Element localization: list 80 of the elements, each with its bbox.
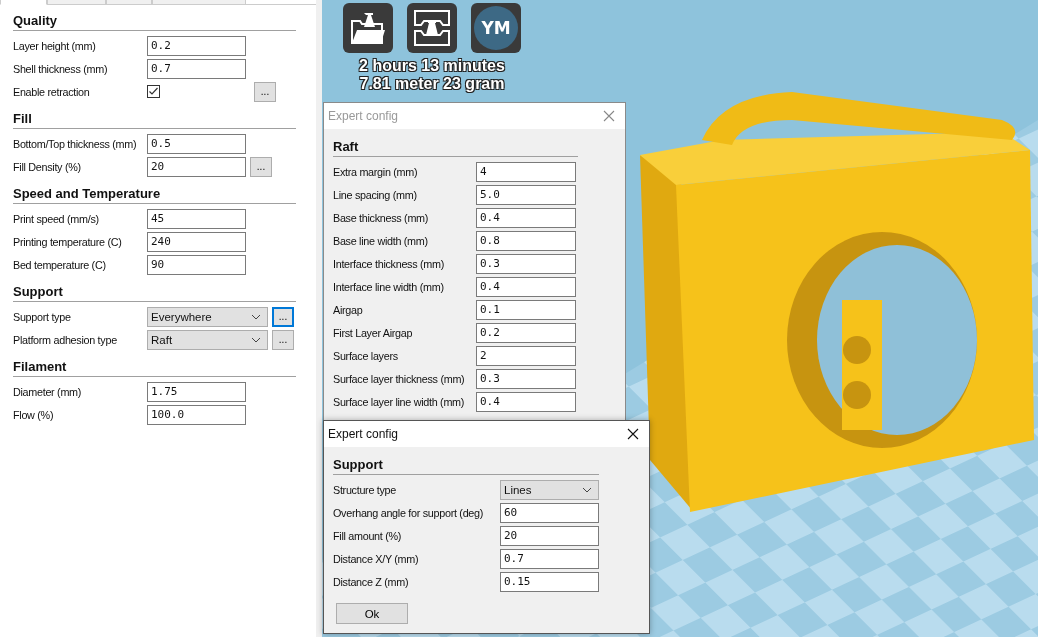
text-field[interactable]: 60 xyxy=(500,502,599,523)
section-heading: Support xyxy=(13,282,296,302)
text-field[interactable]: 20 xyxy=(147,156,246,177)
text-field[interactable]: 0.8 xyxy=(476,230,576,251)
text-field[interactable]: 0.2 xyxy=(147,35,246,56)
text-field[interactable]: 0.4 xyxy=(476,276,576,297)
dropdown[interactable]: Everywhere xyxy=(147,306,268,327)
text-field[interactable]: 20 xyxy=(500,525,599,546)
setting-label: First Layer Airgap xyxy=(333,326,414,339)
checkbox[interactable] xyxy=(147,85,160,98)
text-field[interactable]: 1.75 xyxy=(147,381,246,402)
text-field[interactable]: 0.2 xyxy=(476,322,576,343)
text-field[interactable]: 2 xyxy=(476,345,576,366)
setting-label: Enable retraction xyxy=(13,85,91,98)
text-field[interactable]: 0.4 xyxy=(476,391,576,412)
text-field[interactable]: 0.15 xyxy=(500,571,599,592)
dropdown[interactable]: Raft xyxy=(147,329,268,350)
setting-label: Overhang angle for support (deg) xyxy=(333,506,485,519)
setting-label: Layer height (mm) xyxy=(13,39,97,52)
setting-label: Surface layer line width (mm) xyxy=(333,395,466,408)
setting-label: Printing temperature (C) xyxy=(13,235,123,248)
setting-label: Surface layer thickness (mm) xyxy=(333,372,466,385)
setting-label: Platform adhesion type xyxy=(13,333,118,346)
text-field[interactable]: 45 xyxy=(147,208,246,229)
dropdown[interactable]: Lines xyxy=(500,479,599,500)
text-field[interactable]: 0.7 xyxy=(147,58,246,79)
text-field[interactable]: 0.7 xyxy=(500,548,599,569)
setting-label: Fill amount (%) xyxy=(333,529,403,542)
chevron-icon xyxy=(251,336,261,343)
section-heading: Raft xyxy=(333,137,578,157)
chevron-icon xyxy=(251,313,261,320)
setting-label: Bed temperature (C) xyxy=(13,258,107,271)
print-estimate: 2 hours 13 minutes xyxy=(359,57,505,75)
folder-icon xyxy=(350,11,386,45)
account-button[interactable]: YM xyxy=(471,3,521,53)
text-field[interactable]: 100.0 xyxy=(147,404,246,425)
setting-label: Extra margin (mm) xyxy=(333,165,419,178)
setting-label: Distance Z (mm) xyxy=(333,575,410,588)
section-heading: Support xyxy=(333,455,599,475)
setting-label: Interface line width (mm) xyxy=(333,280,445,293)
text-field[interactable]: 0.3 xyxy=(476,253,576,274)
more-button[interactable]: ... xyxy=(272,306,294,327)
setting-label: Fill Density (%) xyxy=(13,160,82,173)
setting-label: Shell thickness (mm) xyxy=(13,62,109,75)
setting-label: Print speed (mm/s) xyxy=(13,212,100,225)
section-heading: Fill xyxy=(13,109,296,129)
section-heading: Filament xyxy=(13,357,296,377)
text-field[interactable]: 240 xyxy=(147,231,246,252)
section-heading: Speed and Temperature xyxy=(13,184,296,204)
more-button[interactable]: ... xyxy=(254,81,276,102)
setting-label: Distance X/Y (mm) xyxy=(333,552,420,565)
text-field[interactable]: 5.0 xyxy=(476,184,576,205)
setting-label: Interface thickness (mm) xyxy=(333,257,445,270)
dialog-title: Expert config xyxy=(328,109,399,123)
setting-label: Diameter (mm) xyxy=(13,385,83,398)
setting-label: Line spacing (mm) xyxy=(333,188,418,201)
setting-label: Flow (%) xyxy=(13,408,55,421)
more-button[interactable]: ... xyxy=(250,156,272,177)
dialog-title: Expert config xyxy=(328,427,399,441)
setting-label: Airgap xyxy=(333,303,364,316)
ok-button[interactable]: Ok xyxy=(336,603,408,624)
section-heading: Quality xyxy=(13,11,296,31)
setting-label: Structure type xyxy=(333,483,397,496)
load-button[interactable] xyxy=(343,3,393,53)
text-field[interactable]: 0.4 xyxy=(476,207,576,228)
setting-label: Support type xyxy=(13,310,72,323)
setting-label: Bottom/Top thickness (mm) xyxy=(13,137,138,150)
setting-label: Base thickness (mm) xyxy=(333,211,430,224)
setting-label: Base line width (mm) xyxy=(333,234,429,247)
chevron-icon xyxy=(582,486,592,493)
text-field[interactable]: 90 xyxy=(147,254,246,275)
setting-label: Surface layers xyxy=(333,349,399,362)
more-button[interactable]: ... xyxy=(272,329,294,350)
text-field[interactable]: 0.3 xyxy=(476,368,576,389)
text-field[interactable]: 4 xyxy=(476,161,576,182)
close-icon[interactable] xyxy=(627,428,639,440)
text-field[interactable]: 0.5 xyxy=(147,133,246,154)
text-field[interactable]: 0.1 xyxy=(476,299,576,320)
print-button[interactable] xyxy=(407,3,457,53)
print-estimate: 7.81 meter 23 gram xyxy=(359,75,505,93)
